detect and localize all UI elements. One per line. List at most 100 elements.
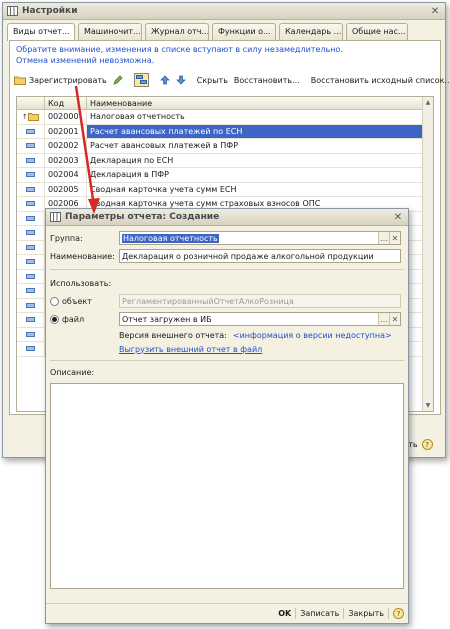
move-up-button[interactable] <box>159 75 170 85</box>
table-row[interactable]: 002005 Сводная карточка учета сумм ЕСН <box>17 182 433 197</box>
item-icon <box>26 172 35 178</box>
item-icon <box>26 186 35 192</box>
file-field[interactable]: Отчет загружен в ИБ … ✕ <box>119 312 401 326</box>
folder-icon: ↑ <box>22 113 39 122</box>
edit-button[interactable] <box>113 75 123 85</box>
table-header: Код Наименование <box>17 97 433 110</box>
dialog-title: Параметры отчета: Создание <box>65 212 220 222</box>
description-row: Описание: <box>50 365 404 379</box>
table-row[interactable]: ↑ 002000 Налоговая отчетность <box>17 110 433 125</box>
code-cell: 002001 <box>45 124 87 138</box>
scroll-down-icon[interactable]: ▼ <box>423 400 433 411</box>
item-icon <box>26 331 35 337</box>
row-icon-cell <box>17 139 45 153</box>
select-ellipsis-icon[interactable]: … <box>378 232 389 244</box>
item-icon <box>26 201 35 207</box>
description-textarea[interactable] <box>50 383 404 589</box>
button-separator <box>388 608 389 619</box>
register-button[interactable]: Зарегистрировать <box>14 75 107 85</box>
row-icon-cell <box>17 313 45 327</box>
radio-object[interactable]: объект <box>50 296 119 306</box>
header-icon-col <box>17 97 45 109</box>
close-window-icon[interactable]: ✕ <box>429 5 441 17</box>
item-icon <box>26 244 35 250</box>
item-icon <box>26 288 35 294</box>
hierarchy-toggle-button[interactable] <box>133 73 149 87</box>
header-name[interactable]: Наименование <box>87 97 433 109</box>
tab-machine-readable[interactable]: Машиночит... <box>78 23 142 40</box>
item-icon <box>26 128 35 134</box>
list-toolbar: Зарегистрировать Скрыть Восстановить... … <box>10 71 450 89</box>
settings-tabs: Виды отчет... Машиночит... Журнал отч...… <box>3 20 445 41</box>
radio-file[interactable]: файл <box>50 314 119 324</box>
row-icon-cell <box>17 342 45 356</box>
group-field-buttons: … ✕ <box>378 232 400 244</box>
object-row: объект РегламентированныйОтчетАлкоРозниц… <box>50 292 404 310</box>
row-icon-cell <box>17 269 45 283</box>
ok-button[interactable]: OK <box>274 609 295 618</box>
dialog-titlebar[interactable]: Параметры отчета: Создание ✕ <box>46 209 408 226</box>
tab-calendar[interactable]: Календарь ... <box>279 23 343 40</box>
name-row: Наименование: Декларация о розничной про… <box>50 247 404 265</box>
row-icon-cell <box>17 153 45 167</box>
code-cell: 002003 <box>45 153 87 167</box>
close-window-icon[interactable]: ✕ <box>392 211 404 223</box>
table-row[interactable]: 002003 Декларация по ЕСН <box>17 153 433 168</box>
help-icon[interactable]: ? <box>393 608 404 619</box>
arrow-down-icon <box>175 75 186 85</box>
clear-icon[interactable]: ✕ <box>389 232 400 244</box>
name-label: Наименование: <box>50 251 115 261</box>
tab-general-settings[interactable]: Общие нас... <box>346 23 408 40</box>
radio-object-circle[interactable] <box>50 296 59 306</box>
dialog-body: Группа: Налоговая отчетность … ✕ Наимено… <box>50 229 404 589</box>
table-row[interactable]: 002004 Декларация в ПФР <box>17 168 433 183</box>
object-field: РегламентированныйОтчетАлкоРозница <box>119 294 401 308</box>
restore-button[interactable]: Восстановить... <box>234 76 300 85</box>
description-label: Описание: <box>50 367 95 377</box>
help-icon[interactable]: ? <box>421 439 433 450</box>
code-cell: 002005 <box>45 182 87 196</box>
group-row: Группа: Налоговая отчетность … ✕ <box>50 229 404 247</box>
row-icon-cell <box>17 226 45 240</box>
name-cell: Расчет авансовых платежей по ЕСН <box>87 124 433 138</box>
item-icon <box>26 157 35 163</box>
group-field[interactable]: Налоговая отчетность … ✕ <box>119 231 401 245</box>
radio-file-label: файл <box>62 314 85 324</box>
radio-file-circle[interactable] <box>50 314 59 324</box>
table-row-selected[interactable]: 002001 Расчет авансовых платежей по ЕСН <box>17 124 433 139</box>
radio-object-label: объект <box>62 296 92 306</box>
tab-functions[interactable]: Функции о... <box>212 23 276 40</box>
version-value-link[interactable]: <информация о версии недоступна> <box>233 331 392 340</box>
hide-button[interactable]: Скрыть <box>197 76 228 85</box>
tab-reports-journal[interactable]: Журнал отч... <box>145 23 209 40</box>
use-row: Использовать: <box>50 274 404 292</box>
item-icon <box>26 317 35 323</box>
restore-original-button[interactable]: Восстановить исходный список... <box>311 76 450 85</box>
select-ellipsis-icon[interactable]: … <box>378 313 389 325</box>
settings-titlebar[interactable]: Настройки ✕ <box>3 3 445 20</box>
notice-text: Обратите внимание, изменения в списке вс… <box>10 41 440 69</box>
item-icon <box>26 302 35 308</box>
table-row[interactable]: 002002 Расчет авансовых платежей в ПФР <box>17 139 433 154</box>
save-button[interactable]: Записать <box>296 609 343 618</box>
clear-icon[interactable]: ✕ <box>389 313 400 325</box>
divider <box>50 360 404 361</box>
scroll-up-icon[interactable]: ▲ <box>423 97 433 108</box>
name-cell: Декларация в ПФР <box>90 170 169 180</box>
table-scrollbar[interactable]: ▲ ▼ <box>422 97 433 411</box>
row-icon-cell <box>17 168 45 182</box>
name-cell: Сводная карточка учета сумм ЕСН <box>90 184 237 194</box>
close-button[interactable]: Закрыть <box>344 609 388 618</box>
name-cell: Расчет авансовых платежей в ПФР <box>90 141 239 151</box>
row-icon-cell <box>17 327 45 341</box>
report-params-dialog: Параметры отчета: Создание ✕ Группа: Нал… <box>45 208 409 624</box>
item-icon <box>26 273 35 279</box>
row-icon-cell <box>17 124 45 138</box>
tab-report-kinds[interactable]: Виды отчет... <box>7 23 75 41</box>
group-value: Налоговая отчетность <box>122 233 219 243</box>
row-icon-cell <box>17 182 45 196</box>
move-down-button[interactable] <box>175 75 186 85</box>
header-code[interactable]: Код <box>45 97 87 109</box>
export-file-link[interactable]: Выгрузить внешний отчет в файл <box>119 345 262 354</box>
name-field[interactable]: Декларация о розничной продаже алкогольн… <box>119 249 401 263</box>
